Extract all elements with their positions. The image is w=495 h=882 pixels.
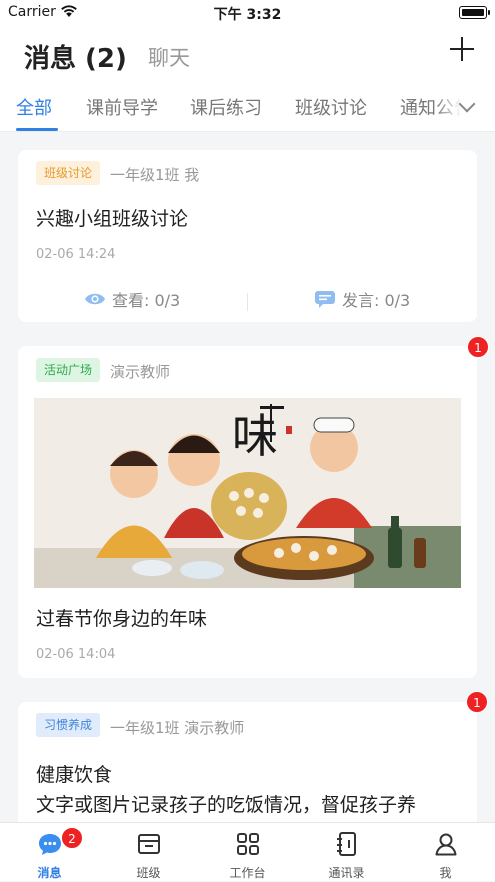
status-bar: Carrier 下午 3:32 <box>0 0 495 26</box>
comment-icon <box>315 291 335 308</box>
category-tag: 班级讨论 <box>36 161 101 185</box>
card-title: 过春节你身边的年味 <box>36 608 208 630</box>
contacts-book-icon <box>337 832 356 856</box>
chat-bubble-icon <box>39 834 61 855</box>
nav-me[interactable]: 我 <box>396 823 495 882</box>
card-title: 兴趣小组班级讨论 <box>36 208 189 230</box>
message-card[interactable]: 活动广场 演示教师 味 过春节你身边的年味 02-06 14:04 <box>18 346 477 678</box>
comments-label: 发言: 0/3 <box>342 291 411 310</box>
unread-badge: 1 <box>466 691 488 713</box>
card-title: 健康饮食 <box>36 764 113 786</box>
views-stat[interactable]: 查看: 0/3 <box>84 287 180 311</box>
nav-contacts[interactable]: 通讯录 <box>297 823 396 882</box>
tab-class-discussion[interactable]: 班级讨论 <box>295 94 367 120</box>
nav-label: 消息 <box>37 866 62 880</box>
tab-pre-class[interactable]: 课前导学 <box>86 94 158 120</box>
card-stats: 查看: 0/3 发言: 0/3 <box>18 287 477 317</box>
class-box-icon <box>138 834 160 854</box>
page-title[interactable]: 消息 (2) <box>24 38 127 75</box>
card-meta: 一年级1班 演示教师 <box>110 719 245 737</box>
nav-workbench[interactable]: 工作台 <box>198 823 297 882</box>
new-year-illustration[interactable]: 味 <box>34 398 461 588</box>
card-meta: 一年级1班 我 <box>110 166 200 184</box>
nav-label: 通讯录 <box>328 866 365 880</box>
comments-stat[interactable]: 发言: 0/3 <box>314 287 410 311</box>
card-meta: 演示教师 <box>110 363 171 381</box>
nav-label: 我 <box>439 866 452 880</box>
message-card[interactable]: 班级讨论 一年级1班 我 兴趣小组班级讨论 02-06 14:24 查看: 0/… <box>18 150 477 322</box>
nav-badge: 2 <box>61 827 83 849</box>
nav-class[interactable]: 班级 <box>99 823 198 882</box>
person-icon <box>435 833 457 856</box>
bottom-nav: 2 消息 班级 工作台 通讯录 我 <box>0 822 495 881</box>
unread-badge: 1 <box>467 336 489 358</box>
add-icon[interactable] <box>449 36 475 62</box>
views-label: 查看: 0/3 <box>112 291 181 310</box>
category-tag: 习惯养成 <box>36 713 101 737</box>
active-tab-indicator <box>16 128 58 131</box>
battery-icon <box>459 6 490 19</box>
card-date: 02-06 14:24 <box>36 247 116 262</box>
stats-divider <box>247 293 248 311</box>
status-time: 下午 3:32 <box>213 7 282 23</box>
eye-icon <box>85 293 105 305</box>
header: 消息 (2) 聊天 <box>0 26 495 80</box>
nav-label: 工作台 <box>229 866 266 880</box>
nav-label: 班级 <box>136 866 161 880</box>
category-tag: 活动广场 <box>36 358 101 382</box>
chat-tab[interactable]: 聊天 <box>148 42 190 72</box>
tab-after-class[interactable]: 课后练习 <box>190 94 262 120</box>
card-description: 文字或图片记录孩子的吃饭情况，督促孩子养 <box>36 794 417 816</box>
card-date: 02-06 14:04 <box>36 647 116 662</box>
tab-all[interactable]: 全部 <box>16 94 52 120</box>
illustration-image: 味 <box>34 398 461 588</box>
category-tabs: 全部 课前导学 课后练习 班级讨论 通知公告 <box>0 80 495 132</box>
message-card[interactable]: 习惯养成 一年级1班 演示教师 健康饮食 文字或图片记录孩子的吃饭情况，督促孩子… <box>18 702 477 832</box>
nav-messages[interactable]: 2 消息 <box>0 823 99 882</box>
grid-apps-icon <box>237 833 259 855</box>
